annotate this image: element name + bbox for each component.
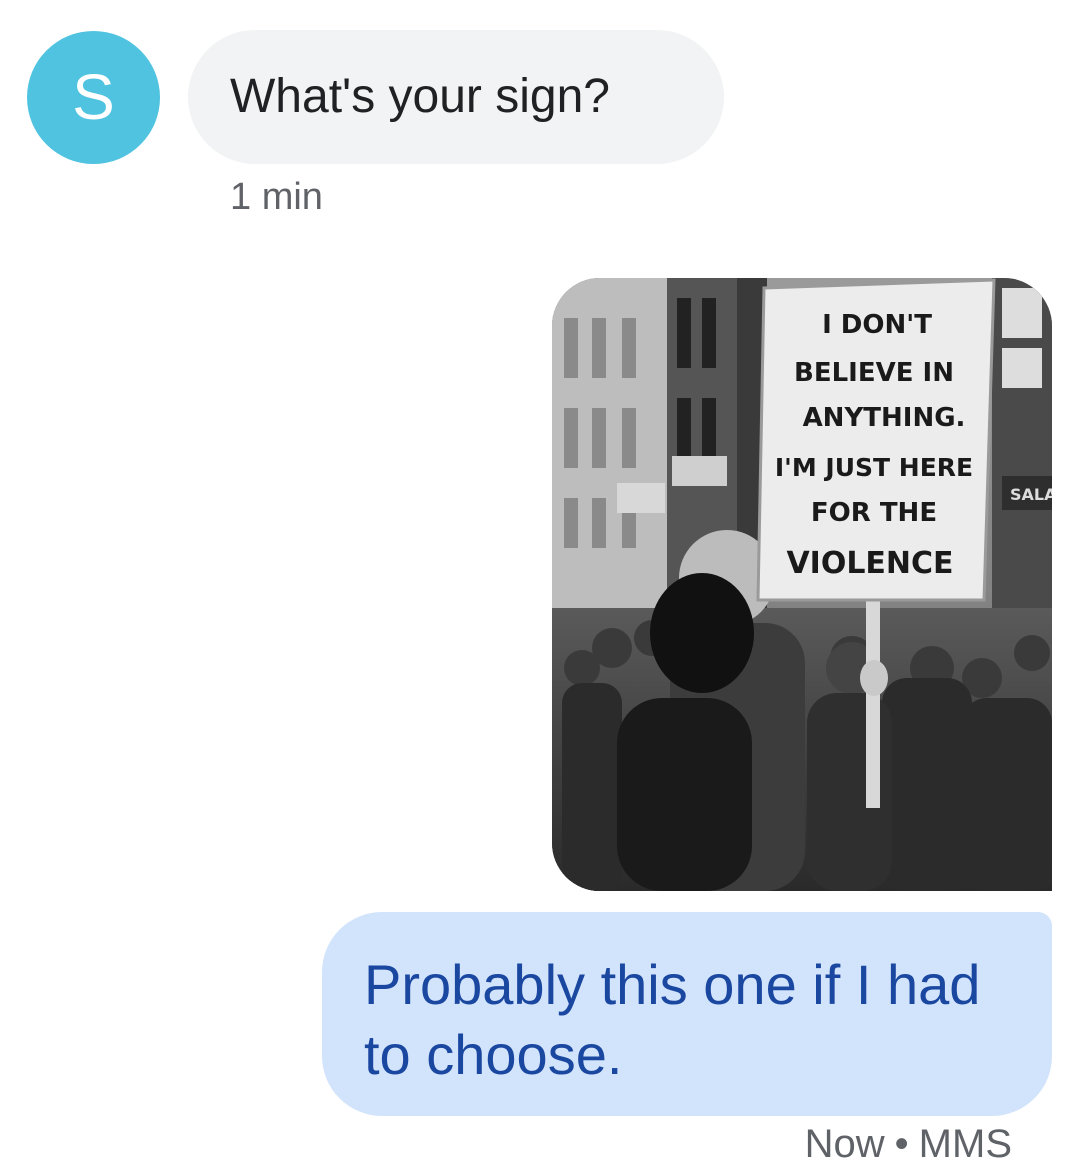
outgoing-timestamp: Now — [804, 1122, 885, 1166]
outgoing-message-bubble[interactable]: Probably this one if I had to choose. — [322, 912, 1052, 1116]
sign-line-5: FOR THE — [811, 498, 937, 528]
incoming-message-bubble[interactable]: What's your sign? — [188, 30, 724, 164]
incoming-message-text: What's your sign? — [230, 70, 610, 123]
sign-line-2: BELIEVE IN — [794, 358, 954, 388]
shop-sign-text: SALA — [1010, 485, 1052, 504]
sign-line-1: I DON'T — [822, 310, 932, 340]
message-type-label: MMS — [918, 1122, 1012, 1166]
mms-photo-attachment[interactable]: SALA I DON'T BELIEVE IN ANYTHING. I'M JU… — [552, 278, 1052, 891]
avatar-initial: S — [72, 61, 115, 133]
outgoing-status: Now • MMS — [805, 1122, 1012, 1167]
protest-photo-image: SALA I DON'T BELIEVE IN ANYTHING. I'M JU… — [552, 278, 1052, 891]
status-separator: • — [894, 1122, 909, 1166]
sign-line-4: I'M JUST HERE — [775, 453, 973, 482]
outgoing-message-text: Probably this one if I had to choose. — [364, 953, 981, 1086]
contact-avatar[interactable]: S — [27, 31, 160, 164]
incoming-timestamp: 1 min — [230, 176, 323, 218]
sign-line-3: ANYTHING. — [803, 403, 966, 433]
sign-line-6: VIOLENCE — [786, 546, 953, 581]
